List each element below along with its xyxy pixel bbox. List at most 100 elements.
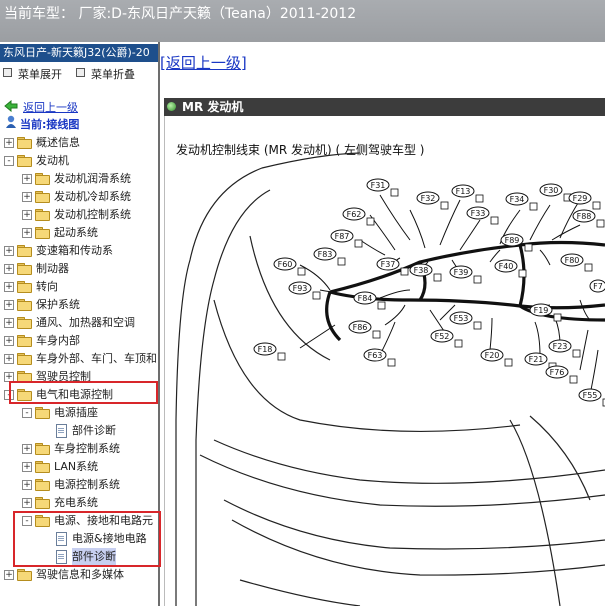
- green-bullet-icon: [167, 102, 176, 111]
- svg-text:F23: F23: [553, 342, 568, 351]
- tree-item-label: 通风、加热器和空调: [36, 316, 135, 329]
- current-vehicle-title: 当前车型： 厂家:D-东风日产天籁（Teana）2011-2012: [4, 6, 357, 22]
- connector-f18: F18: [253, 342, 286, 361]
- expand-toggle-icon[interactable]: +: [22, 498, 32, 508]
- window-title-bar: 当前车型： 厂家:D-东风日产天籁（Teana）2011-2012: [0, 0, 605, 42]
- tree-item-folder[interactable]: + 起动系统: [0, 224, 158, 242]
- svg-text:F86: F86: [353, 323, 368, 332]
- collapse-icon: [76, 68, 85, 77]
- connector-labels: F31 F32 F13 F33 F34 F30 F29 F88 F62 F87 F89 F83 F37 F…: [253, 178, 605, 407]
- expand-toggle-icon[interactable]: +: [4, 318, 14, 328]
- tree-item-folder[interactable]: + 车身外部、车门、车顶和: [0, 350, 158, 368]
- connector-f34: F34: [505, 192, 538, 211]
- expand-toggle-icon[interactable]: +: [4, 336, 14, 346]
- svg-text:F30: F30: [544, 186, 559, 195]
- current-location-label: 当前:接线图: [20, 118, 80, 131]
- tree-item-label: 发动机冷却系统: [54, 190, 131, 203]
- expand-toggle-icon[interactable]: +: [22, 192, 32, 202]
- tree-item-folder[interactable]: + 驾驶信息和多媒体: [0, 566, 158, 584]
- expand-toggle-icon[interactable]: +: [22, 210, 32, 220]
- tree-item-label: 起动系统: [54, 226, 98, 239]
- svg-text:F21: F21: [529, 355, 544, 364]
- tree-item-label: 部件诊断: [72, 424, 116, 437]
- expand-toggle-icon[interactable]: +: [22, 174, 32, 184]
- tree-item-folder[interactable]: - 发动机: [0, 152, 158, 170]
- back-link[interactable]: [返回上一级]: [160, 52, 247, 73]
- expand-toggle-icon[interactable]: +: [22, 444, 32, 454]
- tree-item-label: 变速箱和传动系: [36, 244, 113, 257]
- sidebar-header: 东风日产-新天籁J32(公爵)-20: [0, 44, 158, 62]
- expand-toggle-icon[interactable]: +: [4, 246, 14, 256]
- panel-title: MR 发动机: [182, 100, 244, 114]
- sidebar-back-link[interactable]: 返回上一级: [23, 99, 78, 115]
- tree-item-folder[interactable]: + 转向: [0, 278, 158, 296]
- tree-item-document[interactable]: 部件诊断: [0, 422, 158, 440]
- tree-item-folder[interactable]: + 车身内部: [0, 332, 158, 350]
- expand-toggle-icon[interactable]: +: [4, 570, 14, 580]
- connector-f7: F7: [589, 279, 605, 293]
- tree-item-label: 转向: [36, 280, 58, 293]
- svg-text:F62: F62: [347, 210, 362, 219]
- collapse-toggle-icon[interactable]: -: [4, 156, 14, 166]
- svg-text:F32: F32: [421, 194, 436, 203]
- tree-item-label: 发动机: [36, 154, 69, 167]
- folder-icon: [17, 299, 32, 311]
- tree-item-folder[interactable]: + 制动器: [0, 260, 158, 278]
- folder-icon: [17, 155, 32, 167]
- tree-item-folder[interactable]: - 电源插座: [0, 404, 158, 422]
- tree-item-folder[interactable]: + 发动机润滑系统: [0, 170, 158, 188]
- collapse-toggle-icon[interactable]: -: [22, 408, 32, 418]
- svg-text:F83: F83: [318, 250, 333, 259]
- svg-text:F38: F38: [414, 266, 429, 275]
- svg-text:F55: F55: [583, 391, 598, 400]
- tree-item-label: 车身控制系统: [54, 442, 120, 455]
- connector-f33: F33: [466, 206, 499, 225]
- svg-text:F87: F87: [335, 232, 350, 241]
- expand-toggle-icon[interactable]: +: [22, 480, 32, 490]
- tree-item-label: 车身内部: [36, 334, 80, 347]
- folder-icon: [35, 209, 50, 221]
- tree-item-folder[interactable]: + 通风、加热器和空调: [0, 314, 158, 332]
- folder-icon: [17, 335, 32, 347]
- folder-icon: [17, 353, 32, 365]
- connector-f86: F86: [348, 320, 381, 339]
- folder-icon: [17, 137, 32, 149]
- svg-text:F60: F60: [278, 260, 293, 269]
- svg-text:F89: F89: [505, 236, 520, 245]
- connector-f30: F30: [539, 183, 572, 202]
- tree-item-folder[interactable]: + 车身控制系统: [0, 440, 158, 458]
- tree-item-folder[interactable]: + 概述信息: [0, 134, 158, 152]
- harness-diagram: F31 F32 F13 F33 F34 F30 F29 F88 F62 F87 F89 F83 F37 F…: [175, 152, 605, 606]
- folder-icon: [17, 317, 32, 329]
- menu-expand-button[interactable]: 菜单展开: [3, 66, 62, 82]
- expand-toggle-icon[interactable]: +: [22, 228, 32, 238]
- expand-toggle-icon[interactable]: +: [22, 462, 32, 472]
- connector-f40: F40: [494, 259, 527, 278]
- expand-toggle-icon[interactable]: +: [4, 354, 14, 364]
- tree-item-label: 制动器: [36, 262, 69, 275]
- expand-toggle-icon[interactable]: +: [4, 282, 14, 292]
- tree-item-label: 驾驶信息和多媒体: [36, 568, 124, 581]
- expand-toggle-icon[interactable]: +: [4, 264, 14, 274]
- highlight-box-power-ground: [13, 511, 161, 567]
- folder-icon: [35, 173, 50, 185]
- tree-item-folder[interactable]: + LAN系统: [0, 458, 158, 476]
- menu-collapse-button[interactable]: 菜单折叠: [76, 66, 135, 82]
- folder-icon: [17, 569, 32, 581]
- user-icon: [6, 115, 16, 128]
- svg-text:F40: F40: [499, 262, 514, 271]
- connector-f80: F80: [560, 253, 593, 272]
- tree-item-folder[interactable]: + 保护系统: [0, 296, 158, 314]
- tree-item-folder[interactable]: + 充电系统: [0, 494, 158, 512]
- folder-icon: [35, 461, 50, 473]
- svg-text:F39: F39: [454, 268, 469, 277]
- svg-text:F33: F33: [471, 209, 486, 218]
- expand-toggle-icon[interactable]: +: [4, 138, 14, 148]
- tree-item-folder[interactable]: + 电源控制系统: [0, 476, 158, 494]
- tree-item-folder[interactable]: + 发动机控制系统: [0, 206, 158, 224]
- folder-icon: [35, 407, 50, 419]
- expand-toggle-icon[interactable]: +: [4, 300, 14, 310]
- tree-item-folder[interactable]: + 发动机冷却系统: [0, 188, 158, 206]
- tree-item-folder[interactable]: + 变速箱和传动系: [0, 242, 158, 260]
- connector-f13: F13: [451, 184, 484, 203]
